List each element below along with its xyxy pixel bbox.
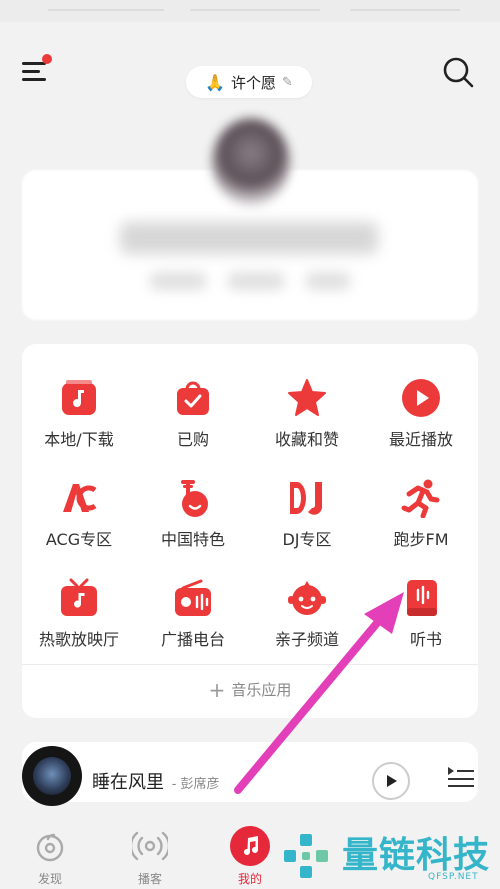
grid-item-recent-play[interactable]: 最近播放 <box>364 378 478 458</box>
radio-icon <box>173 578 213 618</box>
purchased-bag-icon <box>173 378 213 418</box>
tab-label: 发现 <box>37 872 62 886</box>
grid-item-label: 最近播放 <box>388 430 453 449</box>
grid-item-label: 亲子频道 <box>274 630 339 649</box>
grid-item-label: 本地/下载 <box>44 430 114 449</box>
playlist-button[interactable] <box>446 764 476 790</box>
grid-item-label: ACG专区 <box>45 530 113 549</box>
podcast-icon <box>130 826 170 866</box>
grid-item-label: 中国特色 <box>160 530 225 549</box>
grid-item-audiobook[interactable]: 听书 <box>364 578 478 658</box>
grid-item-purchased[interactable]: 已购 <box>136 378 250 458</box>
wish-button[interactable]: 🙏 许个愿 ✎ <box>186 66 312 98</box>
tab-podcast[interactable]: 播客 <box>115 826 185 887</box>
menu-button[interactable] <box>20 54 52 84</box>
grid-item-china-special[interactable]: 中国特色 <box>136 478 250 558</box>
pipa-icon <box>173 478 213 518</box>
divider <box>22 664 478 665</box>
acg-icon <box>59 478 99 518</box>
grid-item-label: DJ专区 <box>282 530 332 549</box>
kids-icon <box>287 578 327 618</box>
wish-label: 许个愿 <box>231 73 277 92</box>
profile-stat-blurred <box>150 272 206 290</box>
song-artist: - 彭席彦 <box>171 777 220 792</box>
tab-label: 我的 <box>237 872 262 886</box>
play-button[interactable] <box>372 762 410 800</box>
grid-item-label: 热歌放映厅 <box>38 630 119 649</box>
grid-item-label: 听书 <box>409 630 442 649</box>
mini-player[interactable]: 睡在风里 - 彭席彦 <box>0 746 500 810</box>
search-button[interactable] <box>440 54 476 90</box>
grid-item-label: 跑步FM <box>393 530 449 549</box>
audiobook-icon <box>401 578 441 618</box>
grid-item-label: 收藏和赞 <box>274 430 339 449</box>
grid-item-local-download[interactable]: 本地/下载 <box>22 378 136 458</box>
local-download-icon <box>59 378 99 418</box>
now-playing-info[interactable]: 睡在风里 - 彭席彦 <box>92 768 220 794</box>
discover-icon <box>30 826 70 866</box>
playlist-icon <box>448 767 474 787</box>
grid-item-hot-songs-theater[interactable]: 热歌放映厅 <box>22 578 136 658</box>
status-line <box>48 9 164 11</box>
watermark-subtitle: QFSP.NET <box>428 872 479 882</box>
watermark-logo <box>284 834 328 878</box>
profile-stat-blurred <box>306 272 350 290</box>
song-title: 睡在风里 <box>92 772 164 793</box>
grid-item-kids-channel[interactable]: 亲子频道 <box>250 578 364 658</box>
pray-icon: 🙏 <box>205 72 225 92</box>
grid-item-acg[interactable]: ACG专区 <box>22 478 136 558</box>
pencil-icon: ✎ <box>282 74 293 90</box>
add-music-app-button[interactable]: + 音乐应用 <box>22 678 478 702</box>
tab-label: 播客 <box>137 872 162 886</box>
dj-icon <box>287 478 327 518</box>
status-line <box>190 9 320 11</box>
grid-item-dj[interactable]: DJ专区 <box>250 478 364 558</box>
grid-item-label: 已购 <box>176 430 209 449</box>
plus-icon: + <box>208 678 226 702</box>
grid-item-favorites[interactable]: 收藏和赞 <box>250 378 364 458</box>
watermark: 量链科技 QFSP.NET <box>278 826 500 886</box>
grid-item-radio-station[interactable]: 广播电台 <box>136 578 250 658</box>
album-art[interactable] <box>22 746 82 806</box>
avatar[interactable] <box>212 118 290 206</box>
notification-dot <box>42 54 52 64</box>
play-icon <box>387 775 397 787</box>
grid-item-running-fm[interactable]: 跑步FM <box>364 478 478 558</box>
grid-item-label: 广播电台 <box>160 630 225 649</box>
music-note-icon <box>230 826 270 866</box>
tab-mine[interactable]: 我的 <box>215 826 285 887</box>
profile-name-blurred <box>120 222 378 254</box>
add-app-label: 音乐应用 <box>231 681 292 699</box>
running-icon <box>401 478 441 518</box>
star-icon <box>287 378 327 418</box>
feature-grid: 本地/下载 已购 收藏和赞 最近播放 ACG专区 中国特色 DJ专区 跑步FM … <box>22 344 478 718</box>
tab-discover[interactable]: 发现 <box>15 826 85 887</box>
tv-icon <box>59 578 99 618</box>
status-bar <box>0 0 500 22</box>
search-icon <box>443 57 474 88</box>
watermark-title: 量链科技 <box>342 835 491 876</box>
status-line <box>350 9 460 11</box>
profile-stat-blurred <box>228 272 284 290</box>
recent-play-icon <box>401 378 441 418</box>
